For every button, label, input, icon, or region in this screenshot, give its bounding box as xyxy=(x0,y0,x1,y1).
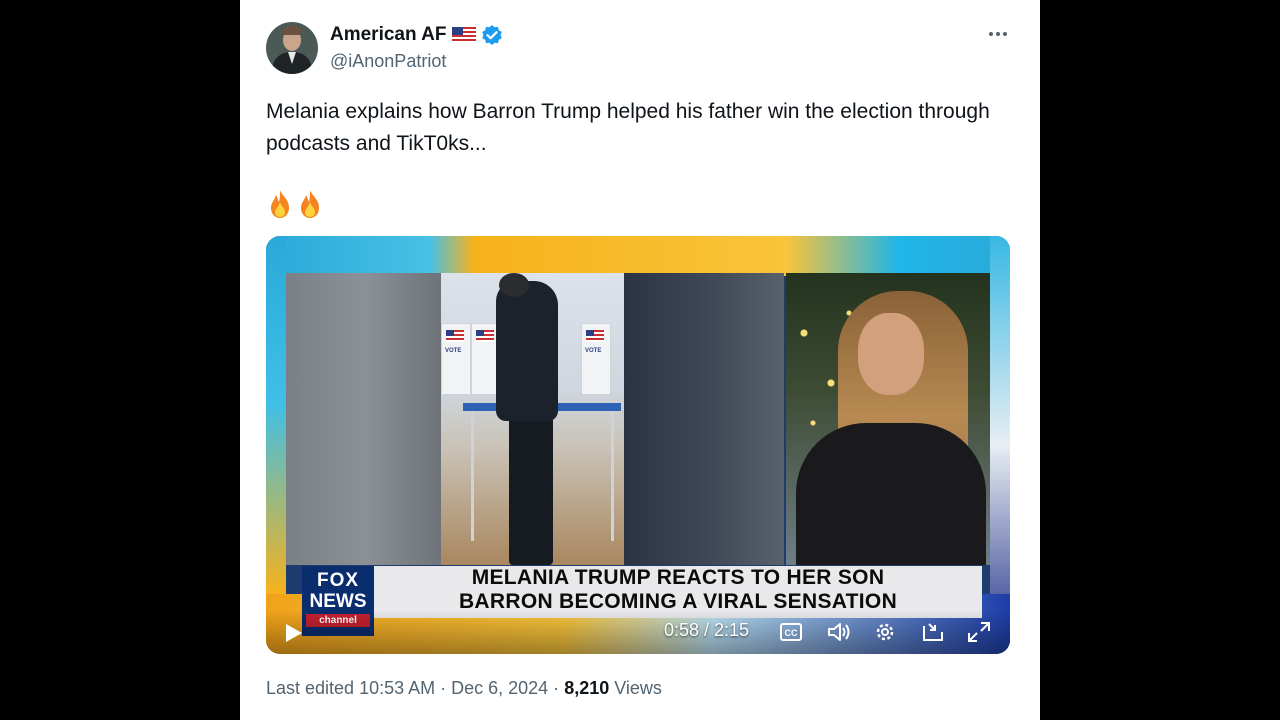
play-icon[interactable] xyxy=(282,622,304,644)
tweet-footer: Last edited 10:53 AM · Dec 6, 2024 · 8,2… xyxy=(266,678,662,699)
fullscreen-icon[interactable] xyxy=(966,620,992,644)
video-player[interactable]: VOTE VOTE FOX NEWS MELANIA TRUMP REACTS … xyxy=(266,236,1010,654)
fire-icon xyxy=(271,190,289,218)
tweet-card: American AF @iAnonPatriot Melania explai… xyxy=(240,0,1040,720)
fire-icon xyxy=(301,190,319,218)
avatar[interactable] xyxy=(266,22,318,74)
author-display-name[interactable]: American AF xyxy=(330,24,447,46)
voting-scene: VOTE VOTE xyxy=(441,273,624,565)
background-stripe xyxy=(266,236,286,654)
verified-icon[interactable] xyxy=(481,24,503,46)
edited-timestamp[interactable]: Last edited 10:53 AM · Dec 6, 2024 · xyxy=(266,678,564,698)
background-stripe xyxy=(266,236,1010,276)
video-frame-interview xyxy=(786,273,990,565)
views-count: 8,210 xyxy=(564,678,610,698)
settings-icon[interactable] xyxy=(872,620,898,644)
blurred-region xyxy=(624,273,784,565)
more-icon[interactable] xyxy=(984,22,1012,50)
background-stripe xyxy=(990,236,1010,654)
headline-line-1: MELANIA TRUMP REACTS TO HER SON xyxy=(471,566,885,589)
views-label: Views xyxy=(609,678,662,698)
captions-icon[interactable]: CC xyxy=(778,620,804,644)
pip-icon[interactable] xyxy=(920,620,946,644)
video-frame-voting: VOTE VOTE xyxy=(286,273,784,565)
player-controls: 0:58 / 2:15 CC xyxy=(266,610,1010,654)
svg-text:CC: CC xyxy=(785,628,798,638)
volume-icon[interactable] xyxy=(826,620,852,644)
booth-label: VOTE xyxy=(445,348,462,354)
emoji-row xyxy=(266,189,324,219)
playback-time: 0:58 / 2:15 xyxy=(664,620,750,640)
tweet-text: Melania explains how Barron Trump helped… xyxy=(266,100,990,155)
booth-label: VOTE xyxy=(585,348,602,354)
flag-icon xyxy=(451,27,476,43)
blurred-region xyxy=(286,273,441,565)
author-handle[interactable]: @iAnonPatriot xyxy=(330,51,446,72)
author-row: American AF xyxy=(330,24,503,46)
